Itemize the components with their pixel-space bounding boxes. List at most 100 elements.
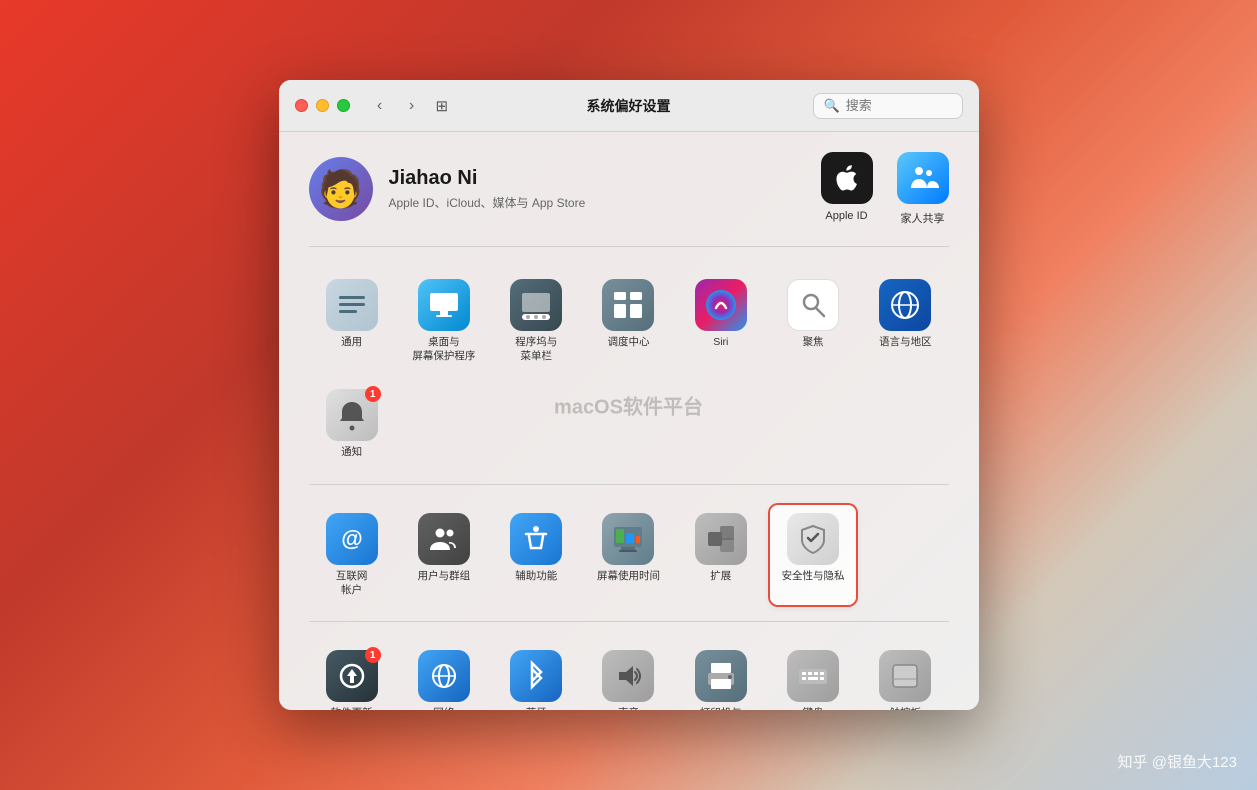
- pref-printers[interactable]: 打印机与扫描仪: [678, 642, 764, 710]
- language-icon: [879, 279, 931, 331]
- pref-bluetooth[interactable]: 蓝牙: [493, 642, 579, 710]
- apple-id-icon: [821, 152, 873, 204]
- pref-dock[interactable]: 程序坞与菜单栏: [493, 271, 579, 371]
- dock-icon: [510, 279, 562, 331]
- network-label: 网络: [433, 707, 454, 710]
- grid-section-3: 1 软件更新 网络: [309, 642, 949, 710]
- keyboard-label: 键盘: [803, 707, 824, 710]
- security-label: 安全性与隐私: [782, 570, 845, 584]
- pref-general[interactable]: 通用: [309, 271, 395, 371]
- profile-section: 🧑 Jiahao Ni Apple ID、iCloud、媒体与 App Stor…: [309, 152, 949, 247]
- users-label: 用户与群组: [418, 570, 471, 584]
- trackpad-icon: [879, 650, 931, 702]
- search-input[interactable]: [846, 98, 952, 113]
- profile-actions: Apple ID 家人共享: [821, 152, 949, 226]
- siri-icon: [695, 279, 747, 331]
- pref-siri[interactable]: Siri: [678, 271, 764, 371]
- profile-info: Jiahao Ni Apple ID、iCloud、媒体与 App Store: [389, 167, 586, 211]
- mission-label: 调度中心: [607, 336, 649, 350]
- desktop-icon: [418, 279, 470, 331]
- extensions-label: 扩展: [710, 570, 731, 584]
- pref-screentime[interactable]: 屏幕使用时间: [585, 505, 671, 605]
- spotlight-label: 聚焦: [803, 336, 824, 350]
- icon-grid-3: 1 软件更新 网络: [309, 642, 949, 710]
- traffic-lights: [295, 99, 350, 112]
- dock-label: 程序坞与菜单栏: [515, 336, 557, 363]
- softupdate-icon: 1: [326, 650, 378, 702]
- pref-softupdate[interactable]: 1 软件更新: [309, 642, 395, 710]
- nav-buttons: ‹ ›: [366, 92, 426, 120]
- printers-label: 打印机与扫描仪: [700, 707, 742, 710]
- titlebar: ‹ › ⊞ 系统偏好设置 🔍: [279, 80, 979, 132]
- general-icon: [326, 279, 378, 331]
- apple-id-label: Apple ID: [825, 210, 867, 222]
- credit-watermark: 知乎 @银鱼大123: [1118, 751, 1237, 772]
- screentime-label: 屏幕使用时间: [597, 570, 660, 584]
- pref-internet[interactable]: @ 互联网帐户: [309, 505, 395, 605]
- pref-sound[interactable]: 声音: [585, 642, 671, 710]
- user-avatar[interactable]: 🧑: [309, 157, 373, 221]
- back-button[interactable]: ‹: [366, 92, 394, 120]
- grid-view-icon[interactable]: ⊞: [436, 97, 449, 115]
- internet-icon: @: [326, 513, 378, 565]
- apple-id-button[interactable]: Apple ID: [821, 152, 873, 226]
- sound-label: 声音: [618, 707, 639, 710]
- softupdate-label: 软件更新: [331, 707, 373, 710]
- pref-users[interactable]: 用户与群组: [401, 505, 487, 605]
- pref-language[interactable]: 语言与地区: [862, 271, 948, 371]
- pref-desktop[interactable]: 桌面与屏幕保护程序: [401, 271, 487, 371]
- svg-text:@: @: [341, 526, 362, 551]
- access-label: 辅助功能: [515, 570, 557, 584]
- pref-spotlight[interactable]: 聚焦: [770, 271, 856, 371]
- pref-trackpad[interactable]: 触控板: [862, 642, 948, 710]
- pref-keyboard[interactable]: 键盘: [770, 642, 856, 710]
- pref-extensions[interactable]: 扩展: [678, 505, 764, 605]
- screentime-icon: [602, 513, 654, 565]
- bluetooth-icon: [510, 650, 562, 702]
- notification-label: 通知: [341, 446, 362, 460]
- grid-section-1: 通用 桌面与屏幕保护程序: [309, 271, 949, 485]
- trackpad-label: 触控板: [890, 707, 922, 710]
- pref-mission[interactable]: 调度中心: [585, 271, 671, 371]
- grid-section-2: @ 互联网帐户 用户与群组: [309, 505, 949, 622]
- family-sharing-icon: [897, 152, 949, 204]
- mission-icon: [602, 279, 654, 331]
- system-preferences-window: ‹ › ⊞ 系统偏好设置 🔍 🧑 Jiahao Ni Apple ID、iClo…: [279, 80, 979, 710]
- notification-badge: 1: [365, 386, 381, 402]
- search-icon: 🔍: [824, 98, 840, 114]
- extensions-icon: [695, 513, 747, 565]
- user-subtitle: Apple ID、iCloud、媒体与 App Store: [389, 194, 586, 211]
- pref-security[interactable]: 安全性与隐私: [770, 505, 856, 605]
- bluetooth-label: 蓝牙: [526, 707, 547, 710]
- sound-icon: [602, 650, 654, 702]
- pref-network[interactable]: 网络: [401, 642, 487, 710]
- notification-icon: 1: [326, 389, 378, 441]
- close-button[interactable]: [295, 99, 308, 112]
- printers-icon: [695, 650, 747, 702]
- keyboard-icon: [787, 650, 839, 702]
- pref-notification[interactable]: 1 通知: [309, 381, 395, 468]
- family-sharing-label: 家人共享: [901, 210, 945, 226]
- content-area: 🧑 Jiahao Ni Apple ID、iCloud、媒体与 App Stor…: [279, 132, 979, 710]
- pref-accessibility[interactable]: 辅助功能: [493, 505, 579, 605]
- desktop-label: 桌面与屏幕保护程序: [412, 336, 475, 363]
- softupdate-badge: 1: [365, 647, 381, 663]
- users-icon: [418, 513, 470, 565]
- spotlight-icon: [787, 279, 839, 331]
- access-icon: [510, 513, 562, 565]
- internet-label: 互联网帐户: [336, 570, 368, 597]
- icon-grid-2: @ 互联网帐户 用户与群组: [309, 505, 949, 605]
- maximize-button[interactable]: [337, 99, 350, 112]
- security-icon: [787, 513, 839, 565]
- language-label: 语言与地区: [879, 336, 932, 350]
- user-name: Jiahao Ni: [389, 167, 586, 190]
- family-sharing-button[interactable]: 家人共享: [897, 152, 949, 226]
- general-label: 通用: [341, 336, 362, 350]
- network-icon: [418, 650, 470, 702]
- siri-label: Siri: [713, 336, 728, 350]
- search-bar[interactable]: 🔍: [813, 93, 963, 119]
- icon-grid-1: 通用 桌面与屏幕保护程序: [309, 271, 949, 468]
- forward-button[interactable]: ›: [398, 92, 426, 120]
- minimize-button[interactable]: [316, 99, 329, 112]
- window-title: 系统偏好设置: [587, 96, 671, 116]
